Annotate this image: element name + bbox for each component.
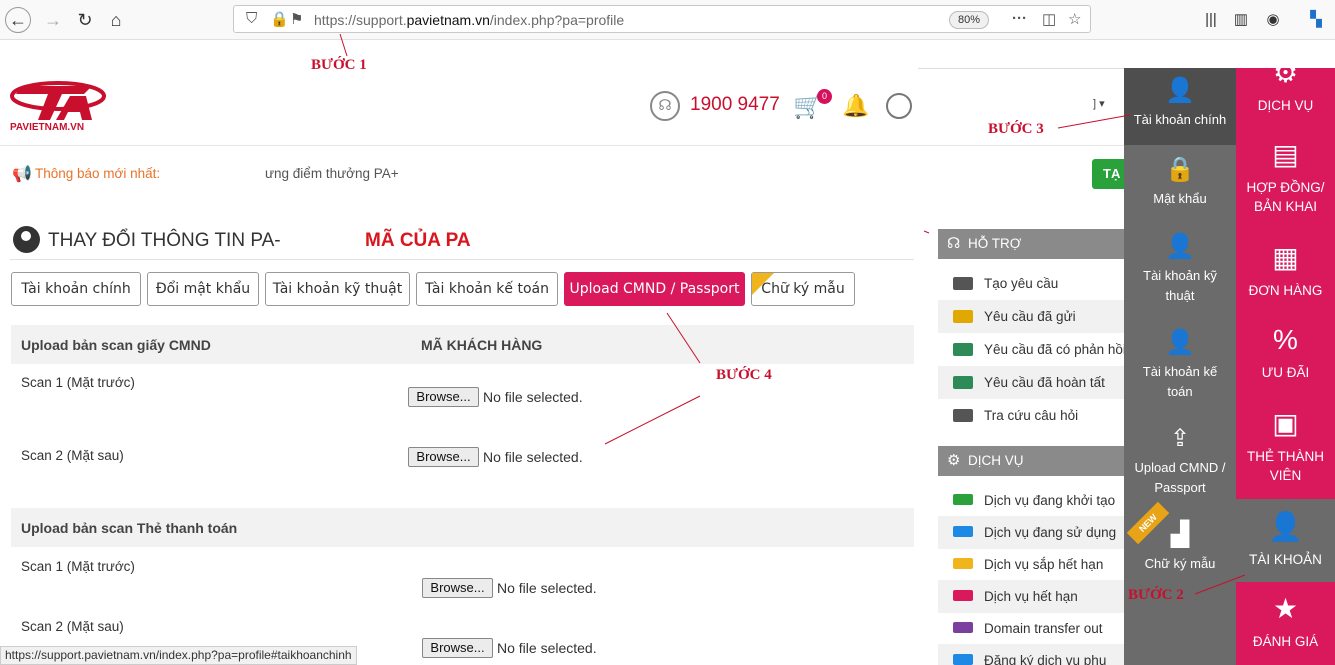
step4-annotation: BƯỚC 4 xyxy=(716,367,772,383)
status-bar-url: https://support.pavietnam.vn/index.php?p… xyxy=(0,646,357,665)
annotation-lines xyxy=(339,33,1246,595)
step1-annotation: BƯỚC 1 xyxy=(311,57,367,73)
step3-annotation: BƯỚC 3 xyxy=(988,121,1044,137)
step2-annotation: BƯỚC 2 xyxy=(1128,587,1184,603)
